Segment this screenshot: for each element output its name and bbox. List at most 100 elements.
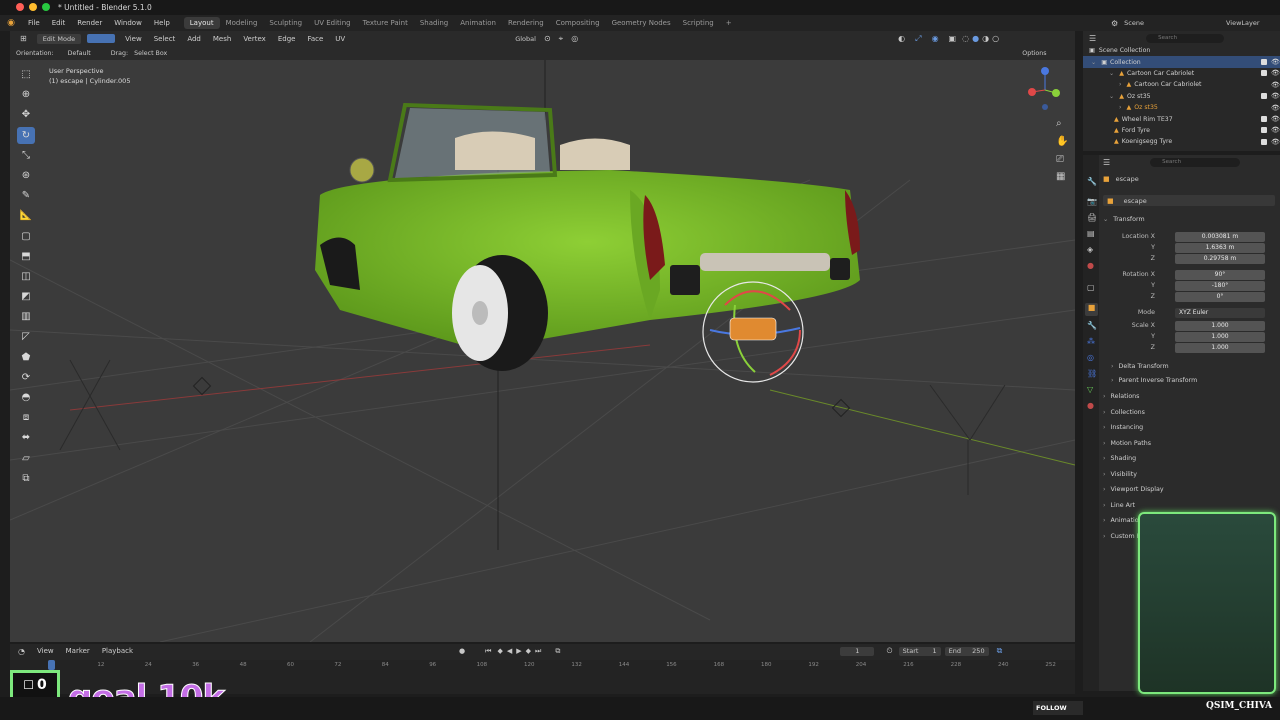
row-checkbox[interactable] <box>1261 127 1267 134</box>
menu-edge[interactable]: Edge <box>272 35 302 43</box>
rotation-mode-dropdown[interactable]: XYZ Euler <box>1175 308 1265 318</box>
menu-face[interactable]: Face <box>301 35 329 43</box>
start-frame-field[interactable]: Start 1 <box>898 646 941 656</box>
eye-icon[interactable]: 👁 <box>1271 126 1280 134</box>
current-frame-field[interactable]: 1 <box>840 646 875 656</box>
zoom-icon[interactable]: ⌕ <box>1056 118 1062 129</box>
annotate-icon[interactable]: ✎ <box>17 187 35 204</box>
instancing-section[interactable]: › Instancing <box>1103 424 1143 431</box>
ortho-toggle-icon[interactable]: ▦ <box>1056 171 1065 182</box>
eye-icon[interactable]: 👁 <box>1271 69 1280 77</box>
tab-scripting[interactable]: Scripting <box>677 17 720 29</box>
parent-inverse-transform-section[interactable]: › Parent Inverse Transform <box>1111 377 1197 384</box>
minimize-window-icon[interactable] <box>29 3 37 11</box>
transform-orientation-dropdown[interactable]: Global <box>515 35 536 43</box>
close-window-icon[interactable] <box>16 3 24 11</box>
edge-slide-icon[interactable]: ⧈ <box>17 409 35 426</box>
record-icon[interactable]: ● <box>459 647 465 655</box>
shrink-fatten-icon[interactable]: ⬌ <box>17 429 35 446</box>
menu-select[interactable]: Select <box>148 35 182 43</box>
spin-icon[interactable]: ⟳ <box>17 369 35 386</box>
tab-texture-paint[interactable]: Texture Paint <box>357 17 414 29</box>
menu-window[interactable]: Window <box>108 19 148 27</box>
next-keyframe-icon[interactable]: ◆ <box>526 647 531 655</box>
menu-uv[interactable]: UV <box>329 35 351 43</box>
rotation-z-field[interactable]: 0° <box>1175 292 1265 302</box>
properties-search-input[interactable]: Search <box>1150 157 1241 167</box>
select-mode-buttons[interactable] <box>87 34 116 43</box>
tab-layout[interactable]: Layout <box>183 17 220 29</box>
tab-compositing[interactable]: Compositing <box>550 17 606 29</box>
car-model[interactable] <box>315 102 860 371</box>
xray-icon[interactable]: ▣ <box>949 34 957 43</box>
timeline-type-icon[interactable]: ◔ <box>18 647 25 656</box>
outliner-scene-collection[interactable]: ▣ Scene Collection <box>1083 45 1280 56</box>
playhead[interactable] <box>48 660 55 670</box>
material-tab-icon[interactable]: ● <box>1087 401 1094 410</box>
visibility-section[interactable]: › Visibility <box>1103 471 1137 478</box>
inset-icon[interactable]: ◫ <box>17 268 35 285</box>
loop-cut-icon[interactable]: ▥ <box>17 308 35 325</box>
tab-rendering[interactable]: Rendering <box>502 17 550 29</box>
row-checkbox[interactable] <box>1261 70 1267 77</box>
overlays-icon[interactable]: ◉ <box>932 34 939 43</box>
location-z-field[interactable]: 0.29758 m <box>1175 254 1265 264</box>
outliner-search-input[interactable]: Search <box>1146 33 1225 43</box>
menu-file[interactable]: File <box>22 19 46 27</box>
eye-icon[interactable]: 👁 <box>1271 81 1280 89</box>
shading-section[interactable]: › Shading <box>1103 455 1136 462</box>
eye-icon[interactable]: 👁 <box>1271 138 1280 146</box>
menu-add[interactable]: Add <box>181 35 207 43</box>
tab-sculpting[interactable]: Sculpting <box>263 17 308 29</box>
gizmo-icon[interactable]: ⤢ <box>915 34 921 44</box>
pan-hand-icon[interactable]: ✋ <box>1056 136 1068 147</box>
options-dropdown[interactable]: Options <box>1022 50 1046 57</box>
row-checkbox[interactable] <box>1261 116 1267 123</box>
output-tab-icon[interactable]: 🖨 <box>1087 213 1097 222</box>
shading-solid-icon[interactable]: ● <box>972 34 979 43</box>
bevel-icon[interactable]: ◩ <box>17 288 35 305</box>
visibility-icon[interactable]: ◐ <box>898 34 905 43</box>
properties-type-icon[interactable]: ☰ <box>1103 158 1110 167</box>
tool-tab-icon[interactable]: 🔧 <box>1087 177 1097 186</box>
scene-name[interactable]: Scene <box>1124 19 1144 27</box>
orientation-dropdown[interactable]: Default <box>68 50 91 57</box>
prev-keyframe-icon[interactable]: ◆ <box>497 647 502 655</box>
proportional-edit-icon[interactable]: ◎ <box>571 34 578 43</box>
outliner-row-oz-st35-mesh[interactable]: › ▲ Oz st35 👁 <box>1083 102 1280 113</box>
menu-view[interactable]: View <box>119 35 148 43</box>
play-icon[interactable]: ▶ <box>516 647 521 655</box>
add-workspace-button[interactable]: + <box>720 17 738 29</box>
location-y-field[interactable]: 1.6363 m <box>1175 243 1265 253</box>
physics-tab-icon[interactable]: ◎ <box>1087 353 1094 362</box>
collection-checkbox[interactable] <box>1261 59 1267 66</box>
outliner-row-wheel-rim[interactable]: ▲ Wheel Rim TE37 👁 <box>1083 113 1280 124</box>
tab-shading[interactable]: Shading <box>414 17 454 29</box>
rotation-x-field[interactable]: 90° <box>1175 270 1265 280</box>
outliner-row-ford-tyre[interactable]: ▲ Ford Tyre 👁 <box>1083 125 1280 136</box>
timeline-menu-marker[interactable]: Marker <box>60 647 96 655</box>
shading-material-icon[interactable]: ◑ <box>982 34 989 43</box>
end-frame-field[interactable]: End 250 <box>944 646 989 656</box>
jump-end-icon[interactable]: ⏭ <box>535 647 541 656</box>
timeline-menu-view[interactable]: View <box>31 647 60 655</box>
menu-render[interactable]: Render <box>71 19 108 27</box>
measure-icon[interactable]: 📐 <box>17 207 35 224</box>
scale-y-field[interactable]: 1.000 <box>1175 332 1265 342</box>
location-x-field[interactable]: 0.003081 m <box>1175 232 1265 242</box>
data-tab-icon[interactable]: ▽ <box>1087 385 1093 394</box>
eye-icon[interactable]: 👁 <box>1271 115 1280 123</box>
3d-viewport[interactable]: User Perspective (1) escape | Cylinder.0… <box>10 60 1075 642</box>
rip-icon[interactable]: ⧉ <box>17 470 35 487</box>
add-cube-icon[interactable]: ▢ <box>17 228 35 245</box>
camera-view-icon[interactable]: ⎚ <box>1056 154 1064 165</box>
play-reverse-icon[interactable]: ◀ <box>507 647 512 655</box>
poly-build-icon[interactable]: ⬟ <box>17 349 35 366</box>
jump-start-icon[interactable]: ⏮ <box>485 647 493 656</box>
editor-type-icon[interactable]: ⊞ <box>20 34 27 43</box>
viewport-display-section[interactable]: › Viewport Display <box>1103 486 1164 493</box>
smooth-icon[interactable]: ◓ <box>17 389 35 406</box>
scale-x-field[interactable]: 1.000 <box>1175 321 1265 331</box>
collections-section[interactable]: › Collections <box>1103 409 1145 416</box>
blender-logo-icon[interactable]: ◉ <box>0 18 22 28</box>
